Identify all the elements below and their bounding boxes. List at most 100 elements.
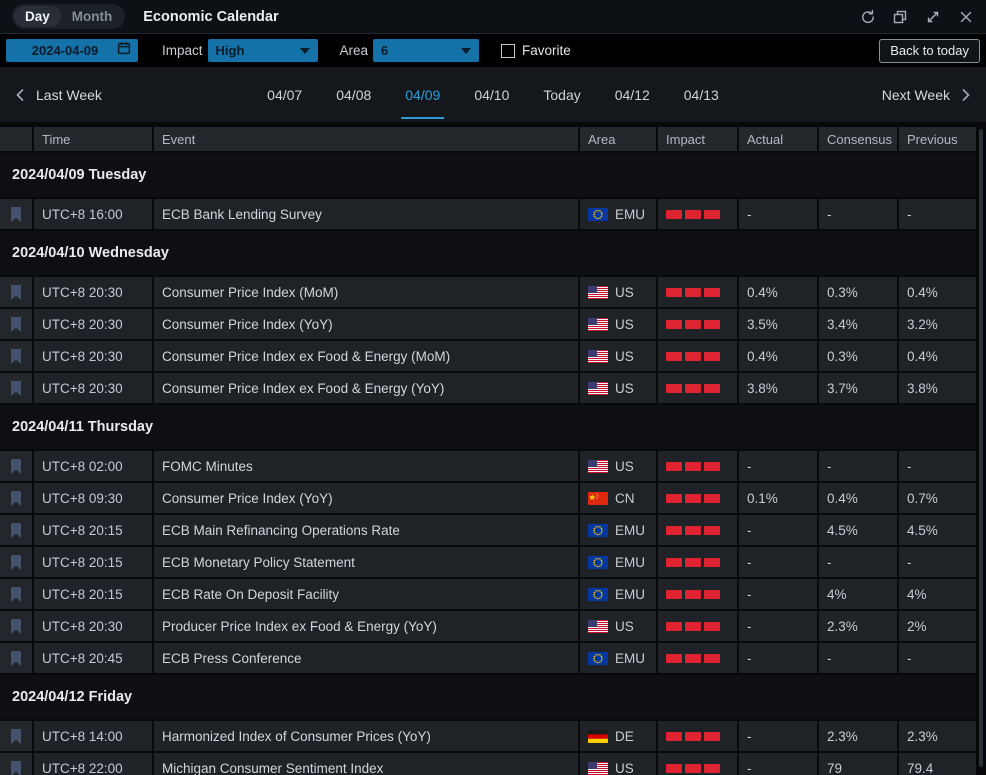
impact-bars: [666, 590, 720, 599]
country-flag-icon: [588, 350, 608, 363]
impact-bars: [666, 558, 720, 567]
area-select[interactable]: 6: [373, 39, 479, 62]
event-name: ECB Main Refinancing Operations Rate: [154, 515, 578, 545]
event-previous: -: [899, 547, 976, 577]
area-code: EMU: [615, 651, 645, 666]
week-day-label: 04/09: [405, 87, 440, 103]
event-previous: 0.7%: [899, 483, 976, 513]
event-row[interactable]: UTC+8 20:30 Producer Price Index ex Food…: [0, 611, 976, 641]
event-row[interactable]: UTC+8 09:30 Consumer Price Index (YoY) C…: [0, 483, 976, 513]
date-section-title: 2024/04/12 Friday: [12, 689, 132, 705]
event-area: US: [580, 753, 656, 775]
area-label: Area: [340, 43, 369, 58]
week-day[interactable]: Today: [543, 67, 580, 122]
bookmark-icon[interactable]: [0, 611, 32, 641]
bookmark-icon[interactable]: [0, 373, 32, 403]
event-time: UTC+8 02:00: [34, 451, 152, 481]
event-actual: -: [739, 643, 817, 673]
event-impact: [658, 277, 737, 307]
impact-bars: [666, 764, 720, 773]
expand-icon[interactable]: [925, 9, 941, 25]
titlebar: Day Month Economic Calendar: [0, 0, 986, 34]
country-flag-icon: [588, 492, 608, 505]
week-day[interactable]: 04/07: [267, 67, 302, 122]
refresh-icon[interactable]: [859, 9, 875, 25]
event-row[interactable]: UTC+8 20:30 Consumer Price Index (YoY) U…: [0, 309, 976, 339]
event-previous: -: [899, 451, 976, 481]
event-row[interactable]: UTC+8 20:30 Consumer Price Index (MoM) U…: [0, 277, 976, 307]
event-area: CN: [580, 483, 656, 513]
event-row[interactable]: UTC+8 20:15 ECB Monetary Policy Statemen…: [0, 547, 976, 577]
bookmark-icon[interactable]: [0, 515, 32, 545]
impact-label: Impact: [162, 43, 203, 58]
event-row[interactable]: UTC+8 16:00 ECB Bank Lending Survey EMU …: [0, 199, 976, 229]
event-row[interactable]: UTC+8 20:45 ECB Press Conference EMU - -…: [0, 643, 976, 673]
event-time: UTC+8 20:30: [34, 341, 152, 371]
impact-select[interactable]: High: [208, 39, 318, 62]
bookmark-icon[interactable]: [0, 199, 32, 229]
tab-month[interactable]: Month: [61, 6, 123, 27]
bookmark-icon[interactable]: [0, 547, 32, 577]
last-week-button[interactable]: Last Week: [14, 87, 102, 103]
event-time: UTC+8 22:00: [34, 753, 152, 775]
bookmark-icon[interactable]: [0, 341, 32, 371]
date-section-header: 2024/04/10 Wednesday: [0, 231, 976, 275]
event-actual: 3.5%: [739, 309, 817, 339]
bookmark-icon[interactable]: [0, 753, 32, 775]
event-time: UTC+8 09:30: [34, 483, 152, 513]
bookmark-icon[interactable]: [0, 451, 32, 481]
back-to-today-button[interactable]: Back to today: [879, 39, 980, 63]
event-impact: [658, 721, 737, 751]
event-row[interactable]: UTC+8 20:15 ECB Main Refinancing Operati…: [0, 515, 976, 545]
favorite-filter[interactable]: Favorite: [501, 43, 571, 58]
week-day-label: 04/08: [336, 87, 371, 103]
bookmark-icon[interactable]: [0, 483, 32, 513]
bookmark-icon[interactable]: [0, 579, 32, 609]
scrollbar-thumb[interactable]: [979, 129, 983, 767]
window-controls: [859, 9, 974, 25]
event-area: US: [580, 277, 656, 307]
bookmark-icon[interactable]: [0, 721, 32, 751]
event-row[interactable]: UTC+8 20:30 Consumer Price Index ex Food…: [0, 373, 976, 403]
week-day[interactable]: 04/13: [684, 67, 719, 122]
event-row[interactable]: UTC+8 20:15 ECB Rate On Deposit Facility…: [0, 579, 976, 609]
event-row[interactable]: UTC+8 14:00 Harmonized Index of Consumer…: [0, 721, 976, 751]
week-day[interactable]: 04/12: [615, 67, 650, 122]
event-name: Harmonized Index of Consumer Prices (YoY…: [154, 721, 578, 751]
next-week-button[interactable]: Next Week: [882, 87, 972, 103]
area-code: US: [615, 761, 634, 775]
close-icon[interactable]: [958, 9, 974, 25]
week-day[interactable]: 04/09: [405, 67, 440, 122]
bookmark-icon[interactable]: [0, 309, 32, 339]
event-name: Consumer Price Index (YoY): [154, 483, 578, 513]
bookmark-icon[interactable]: [0, 277, 32, 307]
event-row[interactable]: UTC+8 02:00 FOMC Minutes US - - -: [0, 451, 976, 481]
area-code: US: [615, 459, 634, 474]
event-previous: 0.4%: [899, 277, 976, 307]
impact-bars: [666, 622, 720, 631]
week-day[interactable]: 04/10: [474, 67, 509, 122]
favorite-checkbox[interactable]: [501, 44, 515, 58]
column-header-impact: Impact: [658, 127, 737, 151]
event-actual: -: [739, 753, 817, 775]
impact-bars: [666, 654, 720, 663]
event-row[interactable]: UTC+8 22:00 Michigan Consumer Sentiment …: [0, 753, 976, 775]
week-day[interactable]: 04/08: [336, 67, 371, 122]
event-actual: -: [739, 451, 817, 481]
tab-day[interactable]: Day: [14, 6, 61, 27]
impact-bars: [666, 732, 720, 741]
week-day-label: 04/10: [474, 87, 509, 103]
country-flag-icon: [588, 382, 608, 395]
date-section-title: 2024/04/10 Wednesday: [12, 245, 169, 261]
event-time: UTC+8 16:00: [34, 199, 152, 229]
scrollbar-track[interactable]: [976, 127, 986, 775]
impact-bars: [666, 462, 720, 471]
event-impact: [658, 199, 737, 229]
bookmark-icon[interactable]: [0, 643, 32, 673]
date-picker[interactable]: 2024-04-09: [6, 39, 138, 62]
event-time: UTC+8 20:30: [34, 277, 152, 307]
duplicate-icon[interactable]: [892, 9, 908, 25]
chevron-down-icon: [300, 48, 310, 54]
week-navigation: Last Week 04/07 04/08 04/09 04/10 Today …: [0, 67, 986, 122]
event-row[interactable]: UTC+8 20:30 Consumer Price Index ex Food…: [0, 341, 976, 371]
